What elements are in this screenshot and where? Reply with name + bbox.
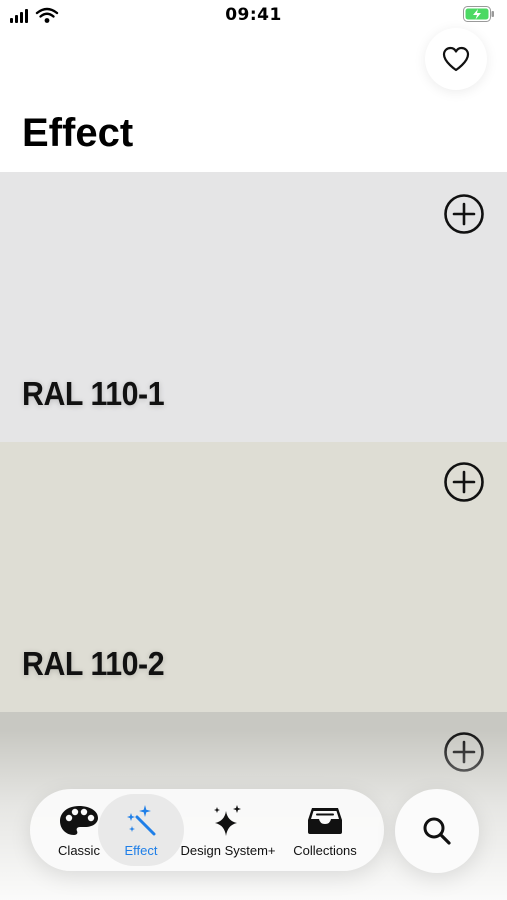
battery-charging-icon xyxy=(463,6,494,22)
swatch-name: RAL 110-2 xyxy=(22,645,165,682)
tab-label: Effect xyxy=(124,843,158,858)
sparkles-icon xyxy=(214,805,241,836)
tab-bar: Classic Effect Design System+ Collection… xyxy=(30,789,384,871)
tab-label: Classic xyxy=(58,843,100,858)
swatch-name: RAL 110-1 xyxy=(22,375,165,412)
palette-icon xyxy=(60,806,98,835)
tab-effect[interactable]: Effect xyxy=(98,789,184,871)
tray-icon xyxy=(308,808,342,834)
color-swatch[interactable]: RAL 110-1 xyxy=(0,172,507,442)
status-time: 09:41 xyxy=(225,5,282,25)
magic-wand-icon xyxy=(127,805,156,836)
tab-label: Collections xyxy=(293,843,357,858)
color-swatch[interactable]: RAL 110-2 xyxy=(0,442,507,712)
page-title: Effect xyxy=(22,111,134,155)
heart-icon xyxy=(442,46,470,72)
plus-circle-icon[interactable] xyxy=(442,460,486,504)
plus-circle-icon[interactable] xyxy=(442,192,486,236)
tab-design-system-plus[interactable]: Design System+ xyxy=(173,789,283,871)
status-bar: 09:41 xyxy=(0,0,507,30)
tab-label: Design System+ xyxy=(180,843,276,858)
favorite-button[interactable] xyxy=(425,28,487,90)
tab-collections[interactable]: Collections xyxy=(288,789,362,871)
search-button[interactable] xyxy=(395,789,479,873)
search-icon xyxy=(423,817,451,845)
